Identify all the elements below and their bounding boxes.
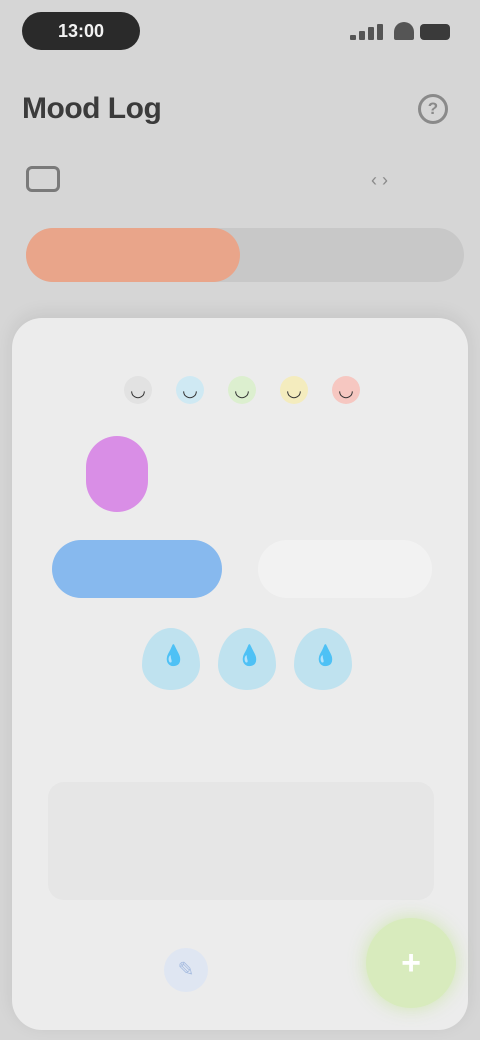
mood-entry-sheet: ◡ ◡ ◡ ◡ ◡ 💧 💧 💧 ✎ +	[12, 318, 468, 1030]
mood-face-icon[interactable]: ◡	[176, 376, 204, 404]
note-card	[48, 782, 434, 900]
mood-day-cell[interactable]	[34, 450, 80, 496]
app-header: Mood Log ?	[0, 84, 480, 138]
water-tracker: 💧 💧 💧	[142, 628, 352, 692]
mood-day-cell[interactable]	[286, 450, 332, 496]
mood-day-selected[interactable]	[86, 436, 148, 512]
sheet-bottom-bar: ✎ +	[12, 898, 468, 1030]
date-nav-arrows[interactable]: ‹ ›	[371, 170, 388, 191]
status-bar: 13:00	[0, 0, 480, 64]
calendar-icon[interactable]	[26, 166, 60, 192]
water-drop-icon: 💧	[161, 645, 186, 667]
signal-icon	[350, 24, 386, 40]
water-drop-icon: 💧	[313, 645, 338, 667]
status-time: 13:00	[22, 12, 140, 50]
status-icons	[350, 20, 450, 44]
mood-face-icon[interactable]: ◡	[124, 376, 152, 404]
add-entry-button[interactable]: +	[366, 918, 456, 1008]
water-drop-button[interactable]: 💧	[294, 628, 352, 690]
page-title: Mood Log	[22, 92, 162, 125]
primary-button[interactable]	[52, 540, 222, 598]
segment-control	[26, 228, 464, 282]
mood-day-cell[interactable]	[348, 450, 394, 496]
water-drop-icon: 💧	[237, 645, 262, 667]
note-input[interactable]	[76, 808, 406, 836]
emoji-strip: ◡ ◡ ◡ ◡ ◡	[112, 372, 392, 408]
date-row: ‹ ›	[0, 160, 480, 200]
action-button-row	[52, 540, 432, 600]
mood-face-icon[interactable]: ◡	[332, 376, 360, 404]
segment-option-inactive[interactable]	[254, 228, 464, 282]
battery-icon	[420, 24, 450, 40]
water-drop-button[interactable]: 💧	[142, 628, 200, 690]
mood-day-cell[interactable]	[410, 450, 456, 496]
water-drop-button[interactable]: 💧	[218, 628, 276, 690]
mood-day-row	[12, 436, 468, 516]
mood-day-cell[interactable]	[162, 450, 208, 496]
mood-face-icon[interactable]: ◡	[280, 376, 308, 404]
edit-icon[interactable]: ✎	[164, 948, 208, 992]
wifi-icon	[394, 22, 414, 40]
secondary-button[interactable]	[258, 540, 432, 598]
mood-day-cell[interactable]	[224, 450, 270, 496]
segment-option-active[interactable]	[26, 228, 240, 282]
help-icon[interactable]: ?	[418, 94, 448, 124]
mood-face-icon[interactable]: ◡	[228, 376, 256, 404]
